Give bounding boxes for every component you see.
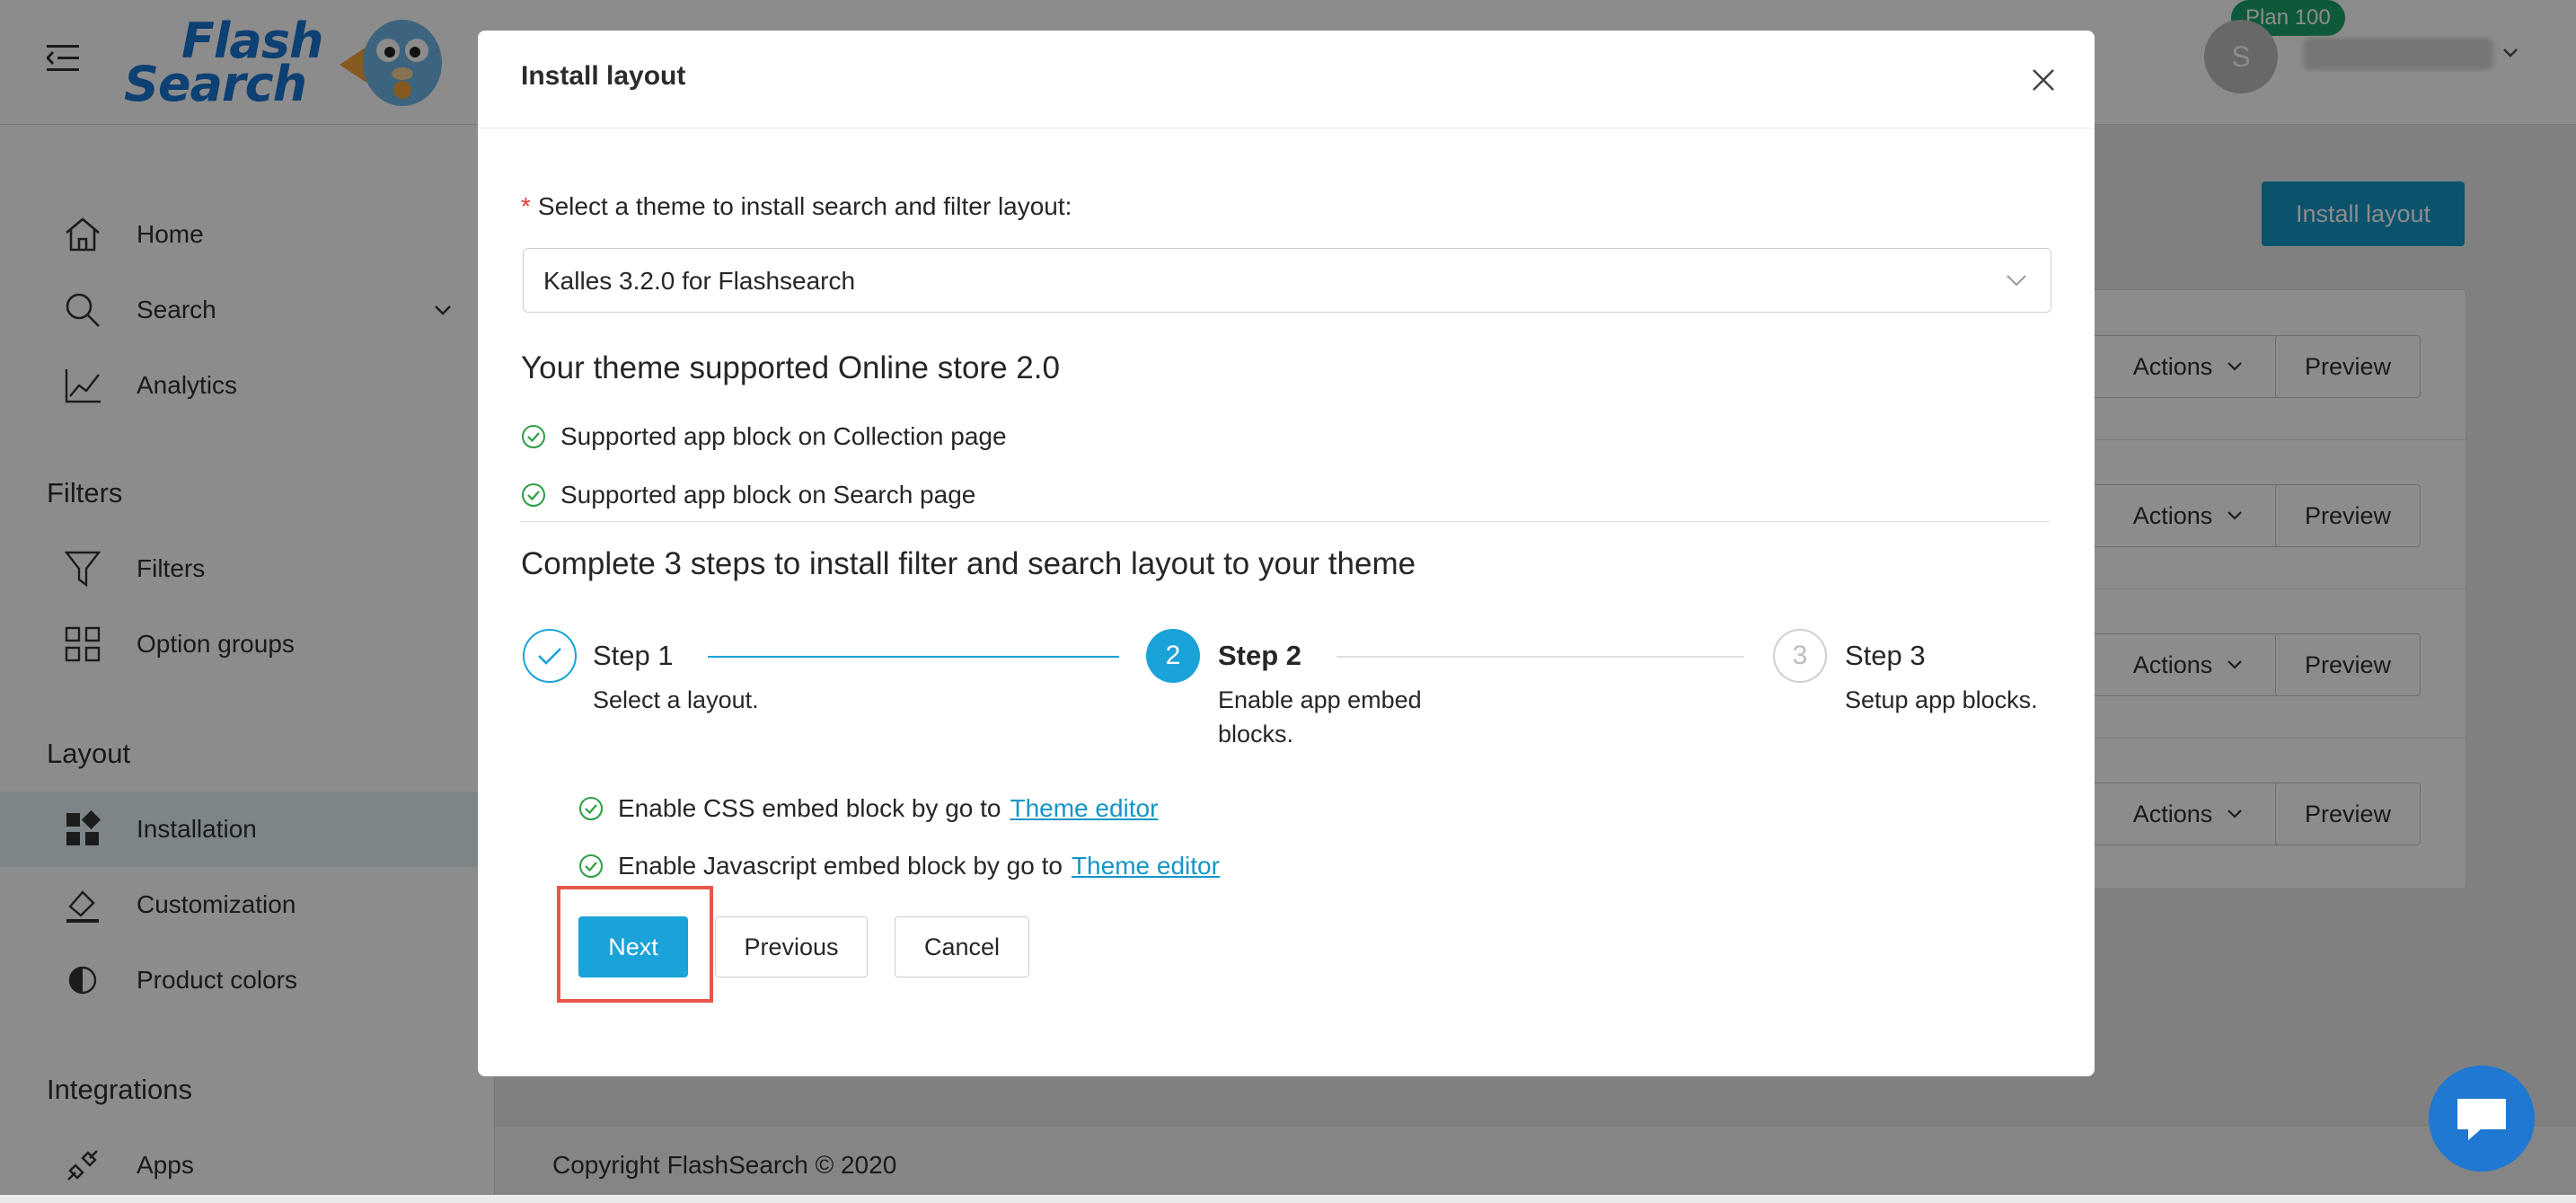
- support-item-text: Supported app block on Collection page: [560, 422, 1007, 450]
- embed-item-javascript: Enable Javascript embed block by go to T…: [578, 852, 1220, 880]
- checkmark-icon: [538, 648, 561, 665]
- support-item: Supported app block on Collection page: [521, 422, 1007, 451]
- embed-item-css: Enable CSS embed block by go to Theme ed…: [578, 794, 1158, 823]
- theme-select[interactable]: Kalles 3.2.0 for Flashsearch: [523, 248, 2051, 313]
- next-button-highlight: [557, 886, 713, 1003]
- chat-launcher-button[interactable]: [2429, 1066, 2535, 1172]
- close-icon[interactable]: [2028, 65, 2059, 95]
- check-circle-icon: [579, 797, 603, 820]
- theme-select-label: * Select a theme to install search and fi…: [521, 192, 1072, 221]
- support-item-text: Supported app block on Search page: [560, 481, 976, 509]
- step-1-title: Step 1: [593, 640, 674, 671]
- embed-item-text: Enable CSS embed block by go to: [618, 794, 1001, 822]
- cancel-button[interactable]: Cancel: [895, 916, 1029, 977]
- step-2-indicator: 2: [1146, 629, 1200, 683]
- step-1-description: Select a layout.: [593, 686, 759, 713]
- divider: [521, 521, 2050, 522]
- modal-title: Install layout: [521, 61, 686, 91]
- support-heading: Your theme supported Online store 2.0: [521, 350, 1060, 385]
- step-2-description-line: Enable app embed: [1218, 686, 1422, 713]
- check-circle-icon: [579, 854, 603, 878]
- step-3-description: Setup app blocks.: [1845, 686, 2038, 713]
- step-connector: [708, 656, 1119, 658]
- check-circle-icon: [522, 425, 545, 448]
- check-circle-icon: [522, 483, 545, 507]
- modal-header: Install layout: [478, 31, 2095, 128]
- step-1-indicator: [523, 629, 577, 683]
- steps-heading: Complete 3 steps to install filter and s…: [521, 546, 1416, 581]
- chevron-down-icon: [2007, 275, 2026, 287]
- theme-editor-link[interactable]: Theme editor: [1010, 794, 1158, 823]
- support-item: Supported app block on Search page: [521, 481, 975, 509]
- install-layout-modal: Install layout * Select a theme to instal…: [478, 31, 2095, 1076]
- step-2-title: Step 2: [1218, 640, 1302, 671]
- embed-item-text: Enable Javascript embed block by go to: [618, 852, 1063, 880]
- previous-button[interactable]: Previous: [715, 916, 868, 977]
- chat-icon: [2457, 1099, 2506, 1140]
- step-2-description: Enable app embed blocks.: [1218, 683, 1422, 751]
- theme-editor-link[interactable]: Theme editor: [1072, 852, 1220, 880]
- required-asterisk: *: [521, 192, 531, 220]
- step-3-indicator: 3: [1773, 629, 1827, 683]
- theme-select-label-text: Select a theme to install search and fil…: [537, 192, 1072, 220]
- step-connector: [1337, 656, 1744, 658]
- step-2-description-line: blocks.: [1218, 721, 1294, 747]
- theme-select-value: Kalles 3.2.0 for Flashsearch: [543, 267, 856, 295]
- step-3-title: Step 3: [1845, 640, 1926, 671]
